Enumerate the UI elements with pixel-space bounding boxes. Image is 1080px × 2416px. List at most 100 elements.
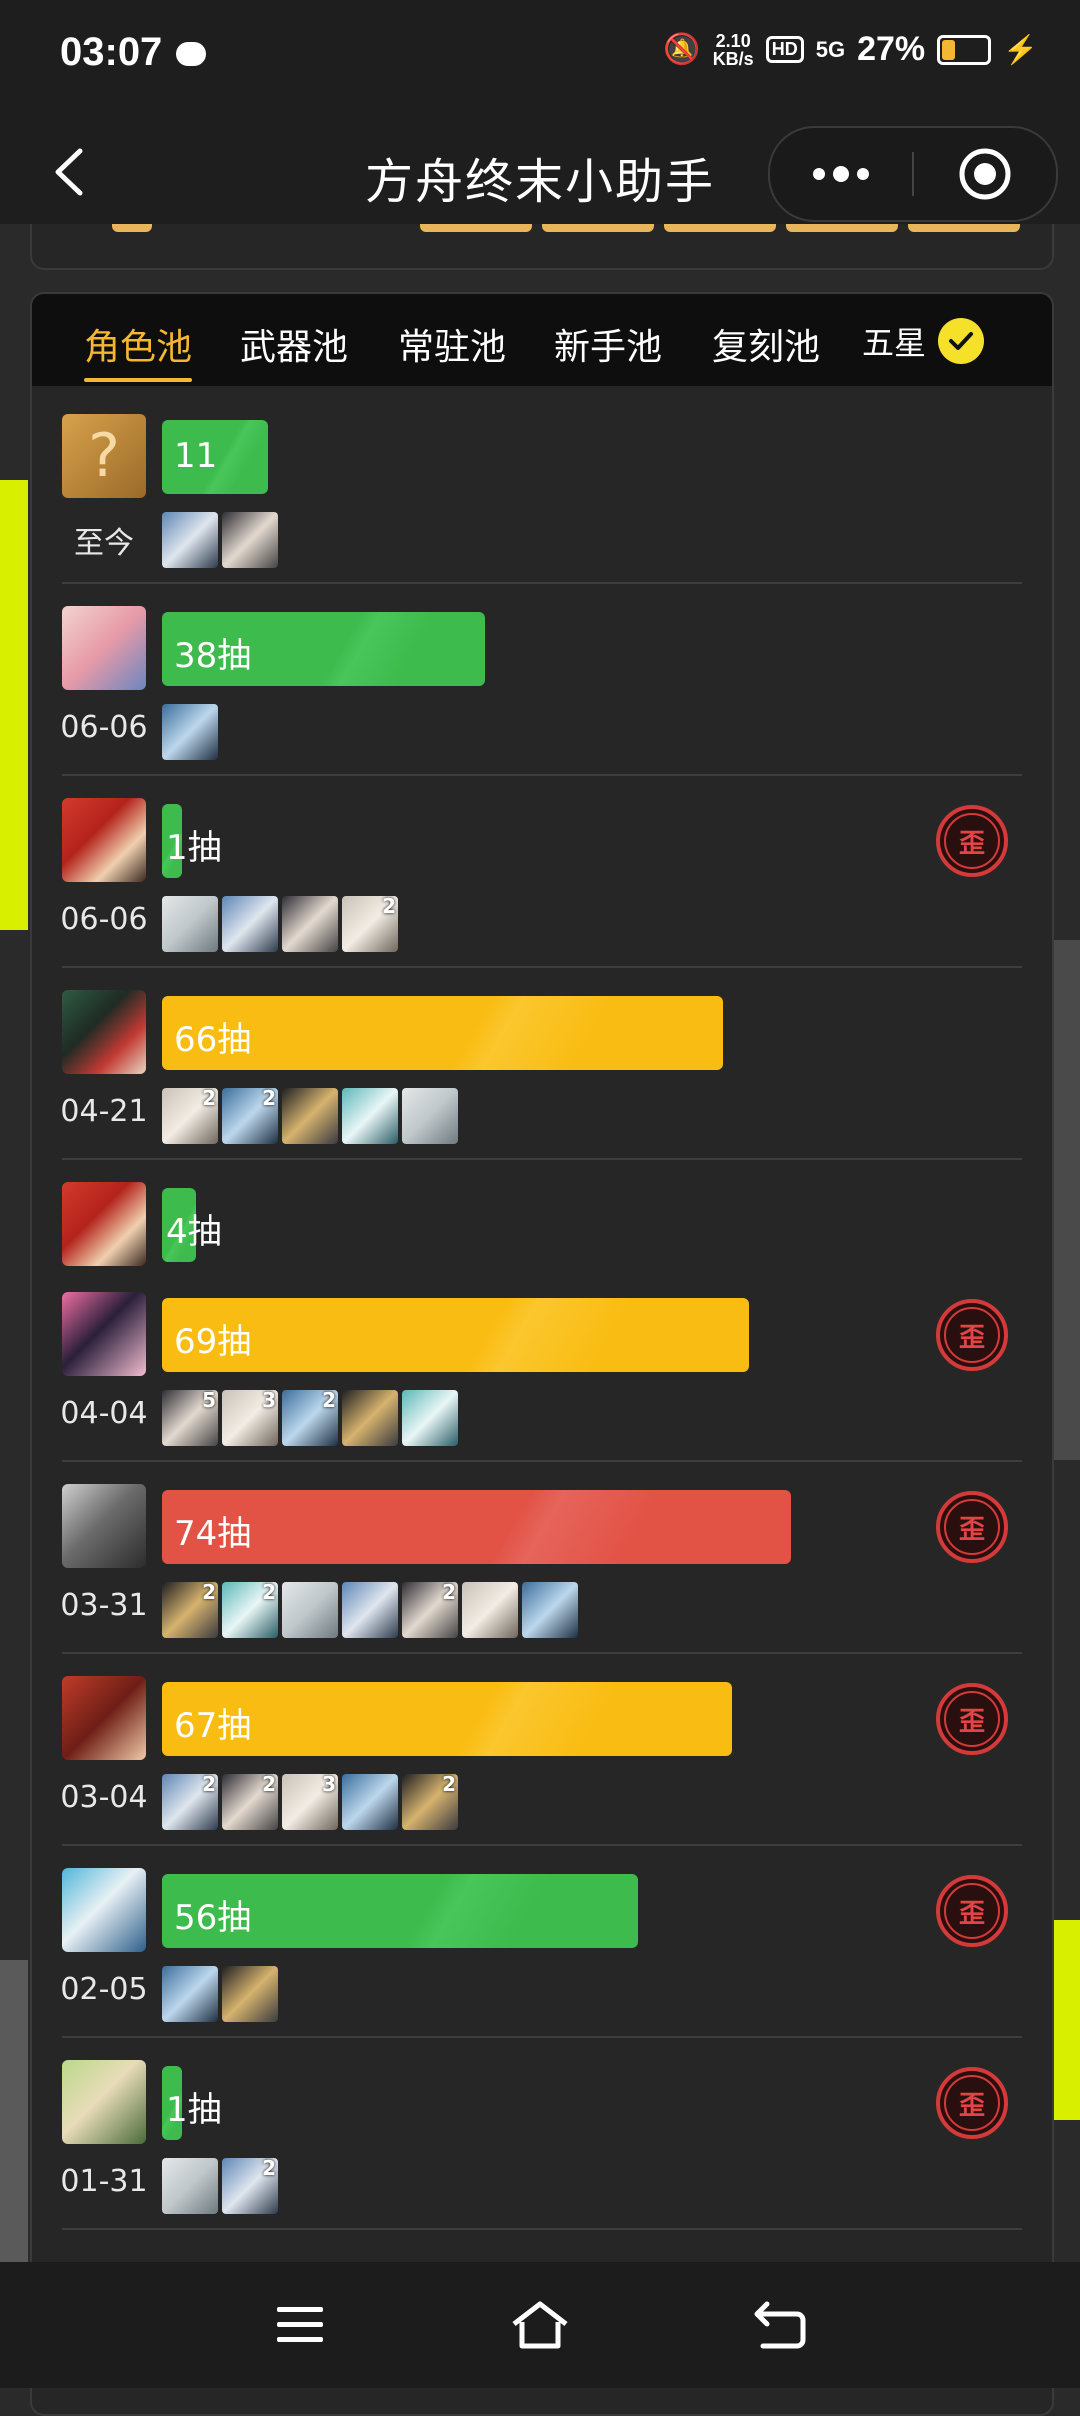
- four-star-character-icon: 2: [162, 1582, 218, 1638]
- pool-tabs: 角色池 武器池 常驻池 新手池 复刻池 五星: [32, 294, 1052, 386]
- duplicate-count: 2: [262, 1582, 276, 1604]
- pull-count-bar: 11: [162, 420, 268, 494]
- four-star-character-icon: 2: [402, 1582, 458, 1638]
- row-divider: [62, 1460, 1022, 1462]
- four-star-character-icon: [222, 1966, 278, 2022]
- character-avatar: [62, 1292, 146, 1376]
- signal-icon: 5G: [815, 36, 846, 62]
- off-banner-badge: 歪: [936, 805, 1008, 877]
- pull-count-bar: 56抽: [162, 1874, 638, 1948]
- battery-percent: 27%: [857, 30, 926, 68]
- character-avatar: [62, 1484, 146, 1568]
- pull-date: 03-31: [60, 1588, 148, 1623]
- strip-tile: [908, 224, 1020, 232]
- app-header: 方舟终末小助手: [0, 120, 1080, 224]
- pull-date: 06-06: [60, 710, 148, 745]
- mute-icon: 🔕: [663, 33, 701, 66]
- pull-count-bar: 69抽: [162, 1298, 749, 1372]
- row-divider: [62, 966, 1022, 968]
- tab-standard-pool[interactable]: 常驻池: [398, 318, 506, 370]
- four-star-character-icon: [462, 1582, 518, 1638]
- four-star-character-icon: 2: [342, 896, 398, 952]
- duplicate-count: 5: [202, 1390, 216, 1412]
- strip-tile: [664, 224, 776, 232]
- pull-count-bar: 66抽: [162, 996, 723, 1070]
- pull-count-label: 1抽: [166, 2090, 222, 2130]
- tab-beginner-pool[interactable]: 新手池: [554, 318, 662, 370]
- four-star-character-icon: [522, 1582, 578, 1638]
- menu-button[interactable]: [260, 2290, 340, 2360]
- four-star-character-icon: 2: [282, 1390, 338, 1446]
- character-avatar: [62, 1676, 146, 1760]
- row-divider: [62, 582, 1022, 584]
- four-star-character-icon: 2: [162, 1088, 218, 1144]
- off-banner-badge: 歪: [936, 1875, 1008, 1947]
- pull-count-bar: 1抽: [162, 804, 222, 878]
- charging-icon: ⚡: [1003, 34, 1038, 65]
- return-icon: [754, 2301, 806, 2349]
- duplicate-count: 3: [322, 1774, 336, 1796]
- home-icon: [512, 2301, 568, 2349]
- tab-character-pool[interactable]: 角色池: [84, 318, 192, 370]
- off-banner-label: 歪: [944, 1883, 1000, 1939]
- chat-notification-icon: [176, 42, 206, 66]
- row-divider: [62, 1158, 1022, 1160]
- bg-stripe: [0, 480, 28, 930]
- four-star-character-icon: [342, 1774, 398, 1830]
- back-nav-button[interactable]: [740, 2290, 820, 2360]
- four-star-character-icon: 5: [162, 1390, 218, 1446]
- pull-date: 06-06: [60, 902, 148, 937]
- miniprogram-capsule: [768, 126, 1058, 222]
- tab-underline: [84, 378, 192, 382]
- battery-icon: [937, 34, 992, 65]
- bg-stripe: [1052, 1920, 1080, 2120]
- duplicate-count: 3: [262, 1390, 276, 1412]
- menu-icon: [277, 2307, 323, 2342]
- strip-tile: [112, 224, 152, 232]
- system-nav-bar: [0, 2262, 1080, 2388]
- pull-count-bar: 1抽: [162, 2066, 222, 2140]
- target-close-icon: [959, 148, 1011, 200]
- pull-date: 至今: [74, 526, 134, 561]
- duplicate-count: 2: [202, 1582, 216, 1604]
- network-speed: 2.10 KB/s: [712, 30, 754, 69]
- pull-date: 04-04: [60, 1396, 148, 1431]
- character-avatar: [62, 1868, 146, 1952]
- row-divider: [62, 774, 1022, 776]
- tab-weapon-pool[interactable]: 武器池: [240, 318, 348, 370]
- duplicate-count: 2: [382, 896, 396, 918]
- pull-count-label: 69抽: [174, 1322, 252, 1362]
- four-star-character-icon: 3: [222, 1390, 278, 1446]
- four-star-character-icon: 2: [162, 1774, 218, 1830]
- pull-count-label: 11: [174, 436, 218, 476]
- more-button[interactable]: [770, 128, 912, 220]
- duplicate-count: 2: [202, 1088, 216, 1110]
- tab-rerun-pool[interactable]: 复刻池: [712, 318, 820, 370]
- pool-card: 角色池 武器池 常驻池 新手池 复刻池 五星 ? 11 至今 38抽 06-06 1抽歪 0…: [30, 292, 1054, 2416]
- character-avatar: [62, 1182, 146, 1266]
- pull-count-label: 74抽: [174, 1514, 252, 1554]
- duplicate-count: 2: [442, 1774, 456, 1796]
- four-star-character-icon: 3: [282, 1774, 338, 1830]
- four-star-character-icon: [402, 1390, 458, 1446]
- off-banner-badge: 歪: [936, 1299, 1008, 1371]
- four-star-character-icon: 2: [222, 2158, 278, 2214]
- pull-count-label: 38抽: [174, 636, 252, 676]
- four-star-character-icon: 2: [222, 1088, 278, 1144]
- four-star-character-icon: [282, 1582, 338, 1638]
- strip-tile: [786, 224, 898, 232]
- off-banner-badge: 歪: [936, 1491, 1008, 1563]
- four-star-character-icon: 2: [402, 1774, 458, 1830]
- row-divider: [62, 1844, 1022, 1846]
- five-star-filter[interactable]: 五星: [862, 318, 985, 364]
- close-miniprogram-button[interactable]: [914, 128, 1056, 220]
- home-button[interactable]: [500, 2290, 580, 2360]
- hd-icon: HD: [765, 36, 804, 63]
- duplicate-count: 2: [202, 1774, 216, 1796]
- pull-count-label: 1抽: [166, 828, 222, 868]
- pull-count-bar: 67抽: [162, 1682, 732, 1756]
- pull-date: 01-31: [60, 2164, 148, 2199]
- four-star-character-icon: [282, 1088, 338, 1144]
- off-banner-badge: 歪: [936, 1683, 1008, 1755]
- summary-strip: [30, 224, 1054, 270]
